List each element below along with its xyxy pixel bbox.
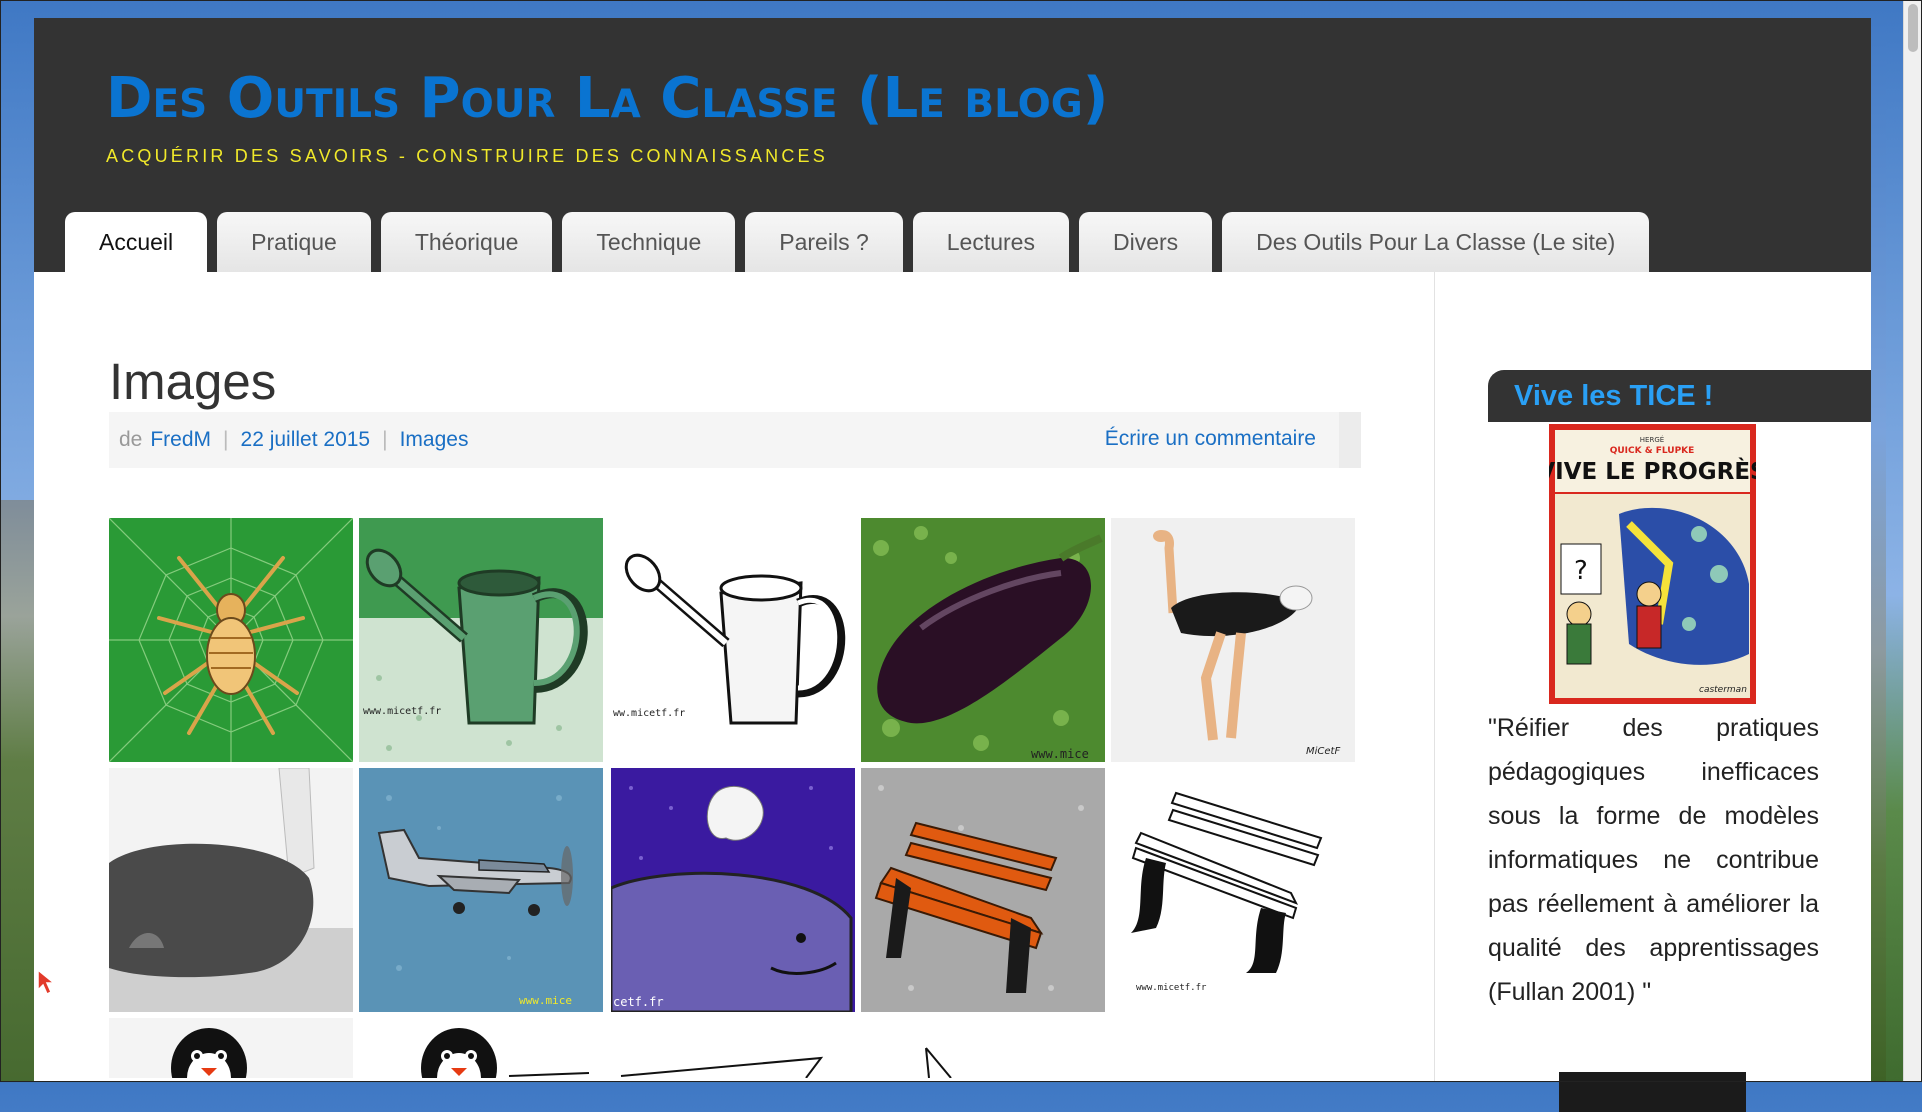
author-link[interactable]: FredM bbox=[150, 428, 211, 452]
gallery-thumb-eggplant[interactable]: www.mice bbox=[861, 518, 1105, 762]
book-cover-image: HERGÉ QUICK & FLUPKE VIVE LE PROGRÈS ? c… bbox=[1537, 424, 1767, 704]
book-cover-vive-le-progres[interactable]: HERGÉ QUICK & FLUPKE VIVE LE PROGRÈS ? c… bbox=[1537, 424, 1767, 704]
paper-plane-icon bbox=[611, 1018, 855, 1078]
ostrich-icon: MiCetF bbox=[1111, 518, 1355, 762]
thumb-caption: ww.micetf.fr bbox=[613, 708, 685, 719]
meta-by-label: de bbox=[119, 428, 143, 451]
gallery-thumb-bench-orange[interactable] bbox=[861, 768, 1105, 1012]
mouse-cursor-icon bbox=[37, 968, 57, 996]
thumb-caption: www.micetf.fr bbox=[363, 706, 441, 717]
write-comment-link[interactable]: Écrire un commentaire bbox=[1105, 427, 1316, 451]
gallery-thumb-ostrich[interactable]: MiCetF bbox=[1111, 518, 1355, 762]
svg-text:?: ? bbox=[1574, 556, 1588, 586]
image-gallery: www.micetf.fr ww.micetf.fr www.mice MiCe… bbox=[109, 518, 1409, 1078]
post-title[interactable]: Images bbox=[109, 352, 276, 411]
nav-tab-divers[interactable]: Divers bbox=[1078, 212, 1213, 272]
post-meta: de FredM | 22 juillet 2015 | Images Écri… bbox=[109, 412, 1361, 468]
airplane-icon: www.mice bbox=[359, 768, 603, 1012]
nav-tab-pratique[interactable]: Pratique bbox=[217, 212, 371, 272]
gallery-thumb-airplane[interactable]: www.mice bbox=[359, 768, 603, 1012]
spider-icon bbox=[109, 518, 353, 762]
watering-can-outline-icon: ww.micetf.fr bbox=[611, 518, 855, 762]
nav-tab-technique[interactable]: Technique bbox=[562, 212, 736, 272]
eggplant-icon: www.mice bbox=[861, 518, 1105, 762]
bench-outline-icon: www.micetf.fr bbox=[1111, 768, 1355, 1012]
cover-title: VIVE LE PROGRÈS bbox=[1549, 457, 1756, 485]
watering-can-green-icon: www.micetf.fr bbox=[359, 518, 603, 762]
ostrich-grey-icon bbox=[109, 768, 353, 1012]
page: Des Outils Pour La Classe (Le blog) Acqu… bbox=[34, 18, 1871, 1112]
paper-plane-icon bbox=[861, 1018, 1105, 1078]
gallery-thumb-spider[interactable] bbox=[109, 518, 353, 762]
gallery-thumb-paper-plane-2[interactable] bbox=[861, 1018, 1105, 1078]
nav-tab-pareils[interactable]: Pareils ? bbox=[745, 212, 903, 272]
gallery-thumb-penguin-2[interactable] bbox=[359, 1018, 603, 1078]
nav-tab-theorique[interactable]: Théorique bbox=[380, 212, 553, 272]
cover-imprint: casterman bbox=[1699, 685, 1747, 695]
book-cover-partial[interactable] bbox=[1559, 1072, 1746, 1112]
site-tagline: Acquérir des savoirs - Construire des co… bbox=[106, 146, 828, 166]
content-divider bbox=[1434, 272, 1435, 1082]
sidebar-quote: "Réifier des pratiques pédagogiques inef… bbox=[1488, 714, 1819, 1006]
meta-endcap bbox=[1339, 412, 1361, 468]
cover-series: QUICK & FLUPKE bbox=[1610, 446, 1695, 456]
vertical-scrollbar[interactable] bbox=[1903, 0, 1922, 1082]
whale-icon: cetf.fr bbox=[611, 768, 855, 1012]
penguin-icon bbox=[359, 1018, 603, 1078]
gallery-thumb-bench-outline[interactable]: www.micetf.fr bbox=[1111, 768, 1355, 1012]
site-title[interactable]: Des Outils Pour La Classe (Le blog) bbox=[106, 66, 1108, 131]
sidebar: Vive les TICE ! HERGÉ QUICK & FLUPKE VIV… bbox=[1488, 272, 1871, 1112]
gallery-thumb-whale[interactable]: cetf.fr bbox=[611, 768, 855, 1012]
nav-tab-le-site[interactable]: Des Outils Pour La Classe (Le site) bbox=[1222, 212, 1650, 272]
thumb-caption: MiCetF bbox=[1306, 746, 1340, 757]
gallery-thumb-watering-can-outline[interactable]: ww.micetf.fr bbox=[611, 518, 855, 762]
meta-separator: | bbox=[223, 428, 229, 451]
nav-tab-lectures[interactable]: Lectures bbox=[912, 212, 1069, 272]
main-content: Images de FredM | 22 juillet 2015 | Imag… bbox=[34, 272, 1434, 1082]
main-nav: Accueil Pratique Théorique Technique Par… bbox=[65, 212, 1650, 272]
nav-tab-accueil[interactable]: Accueil bbox=[65, 212, 208, 272]
thumb-caption: www.mice bbox=[519, 994, 572, 1007]
gallery-thumb-paper-plane[interactable] bbox=[611, 1018, 855, 1078]
date-link[interactable]: 22 juillet 2015 bbox=[241, 428, 371, 452]
category-link[interactable]: Images bbox=[400, 428, 469, 452]
cover-publisher: HERGÉ bbox=[1640, 435, 1664, 444]
gallery-thumb-ostrich-grey[interactable] bbox=[109, 768, 353, 1012]
meta-separator: | bbox=[382, 428, 388, 451]
thumb-caption: www.mice bbox=[1031, 747, 1089, 761]
widget-title: Vive les TICE ! bbox=[1488, 370, 1871, 422]
penguin-icon bbox=[109, 1018, 353, 1078]
scrollbar-thumb[interactable] bbox=[1908, 4, 1918, 52]
thumb-caption: cetf.fr bbox=[613, 995, 664, 1009]
gallery-thumb-watering-can-green[interactable]: www.micetf.fr bbox=[359, 518, 603, 762]
bench-orange-icon bbox=[861, 768, 1105, 1012]
thumb-caption: www.micetf.fr bbox=[1136, 983, 1207, 993]
site-header: Des Outils Pour La Classe (Le blog) Acqu… bbox=[34, 18, 1871, 272]
gallery-thumb-penguin[interactable] bbox=[109, 1018, 353, 1078]
